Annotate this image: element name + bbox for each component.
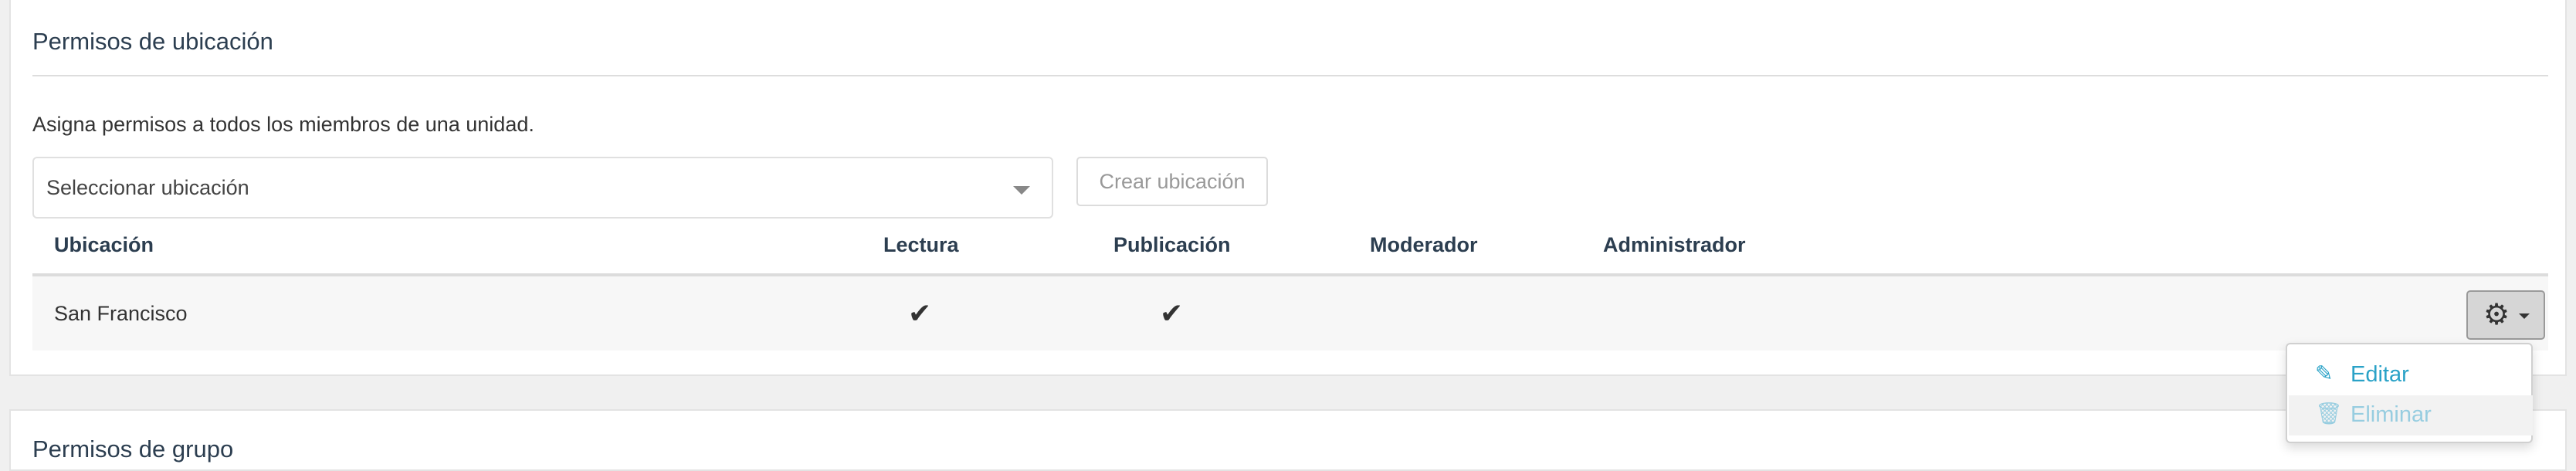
menu-item-delete[interactable]: 🗑 Eliminar bbox=[2289, 395, 2533, 435]
panel-title: Permisos de ubicación bbox=[32, 28, 273, 55]
column-header-location: Ubicación bbox=[54, 233, 154, 256]
menu-item-edit[interactable]: ✎ Editar bbox=[2289, 355, 2533, 395]
location-permissions-panel: Permisos de ubicación Asigna permisos a … bbox=[9, 0, 2567, 376]
location-select[interactable]: Seleccionar ubicación bbox=[32, 157, 1053, 219]
title-divider bbox=[32, 75, 2548, 76]
column-header-publish: Publicación bbox=[1113, 233, 1231, 256]
pencil-icon: ✎ bbox=[2315, 361, 2334, 385]
row-actions-menu: ✎ Editar 🗑 Eliminar bbox=[2286, 343, 2533, 443]
table-row: San Francisco ✔ ✔ bbox=[32, 276, 2548, 351]
location-name: San Francisco bbox=[54, 302, 188, 325]
publish-check-icon: ✔ bbox=[1160, 297, 1184, 329]
gear-icon: ⚙ bbox=[2483, 299, 2510, 331]
row-actions-button[interactable]: ⚙ bbox=[2466, 290, 2545, 340]
panel-title: Permisos de grupo bbox=[32, 435, 234, 463]
column-header-admin: Administrador bbox=[1603, 233, 1746, 256]
menu-item-label: Eliminar bbox=[2351, 402, 2432, 427]
create-location-button[interactable]: Crear ubicación bbox=[1076, 157, 1268, 206]
location-select-placeholder: Seleccionar ubicación bbox=[46, 176, 249, 199]
caret-down-icon bbox=[2519, 313, 2530, 319]
chevron-down-icon bbox=[1013, 186, 1030, 195]
group-permissions-panel: Permisos de grupo bbox=[9, 409, 2567, 471]
permissions-table-header: Ubicación Lectura Publicación Moderador … bbox=[32, 230, 2548, 276]
column-header-moderator: Moderador bbox=[1370, 233, 1478, 256]
read-check-icon: ✔ bbox=[908, 297, 932, 329]
menu-item-label: Editar bbox=[2351, 362, 2409, 387]
column-header-read: Lectura bbox=[883, 233, 959, 256]
trash-icon: 🗑 bbox=[2315, 402, 2343, 425]
panel-description: Asigna permisos a todos los miembros de … bbox=[32, 113, 534, 136]
